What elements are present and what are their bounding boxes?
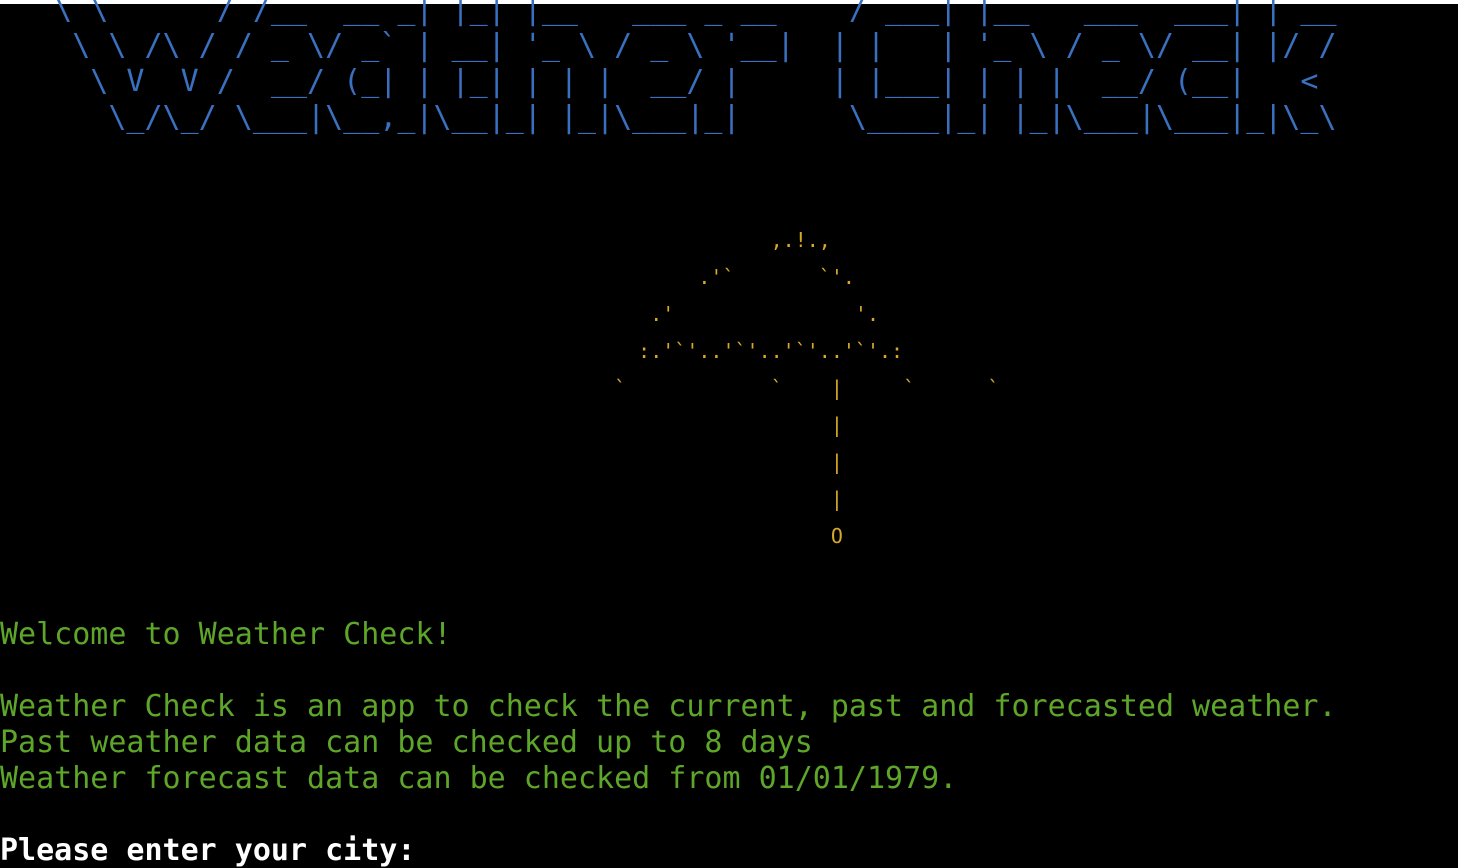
welcome-messages: Welcome to Weather Check! Weather Check …	[0, 617, 1337, 797]
umbrella-line: ,.!.,	[0, 228, 831, 252]
prompt-label: Please enter your city:	[0, 833, 434, 868]
city-input-prompt[interactable]: Please enter your city:	[0, 833, 433, 868]
banner-line: \ \ / /__ __ _| |_| |__ ___ _ __ / ___| …	[0, 0, 1337, 27]
terminal-window: \ \ / /__ __ _| |_| |__ ___ _ __ / ___| …	[0, 0, 1458, 868]
banner-line: \ \ /\ / / _ \/ _` | __| '_ \ / _ \ '__|…	[0, 28, 1337, 63]
umbrella-line: ` ` | ` `	[0, 376, 1000, 400]
banner-line: \_/\_/ \___|\__,_|\__|_| |_|\___|_| \___…	[0, 100, 1337, 135]
umbrella-line: .' '.	[0, 302, 879, 326]
umbrella-line: |	[0, 450, 843, 474]
ascii-umbrella-art: ,.!., .'` `'. .' '.:.'`'..'`'..'`'..'`'…	[0, 222, 999, 555]
umbrella-line: |	[0, 487, 843, 511]
description-line: Past weather data can be checked up to 8…	[0, 725, 813, 760]
umbrella-line: .'` `'.	[0, 265, 855, 289]
umbrella-line: O	[0, 524, 843, 548]
ascii-banner-weather-check: \ \ / /__ __ _| |_| |__ ___ _ __ / ___| …	[0, 0, 1337, 136]
welcome-text: Welcome to Weather Check!	[0, 617, 452, 652]
description-line: Weather forecast data can be checked fro…	[0, 761, 958, 796]
banner-line: \ V V / __/ (_| | |_| | | | __/ | | |___…	[0, 64, 1337, 99]
description-line: Weather Check is an app to check the cur…	[0, 689, 1337, 724]
umbrella-line: |	[0, 413, 843, 437]
umbrella-line: :.'`'..'`'..'`'..'`'.:	[0, 339, 904, 363]
